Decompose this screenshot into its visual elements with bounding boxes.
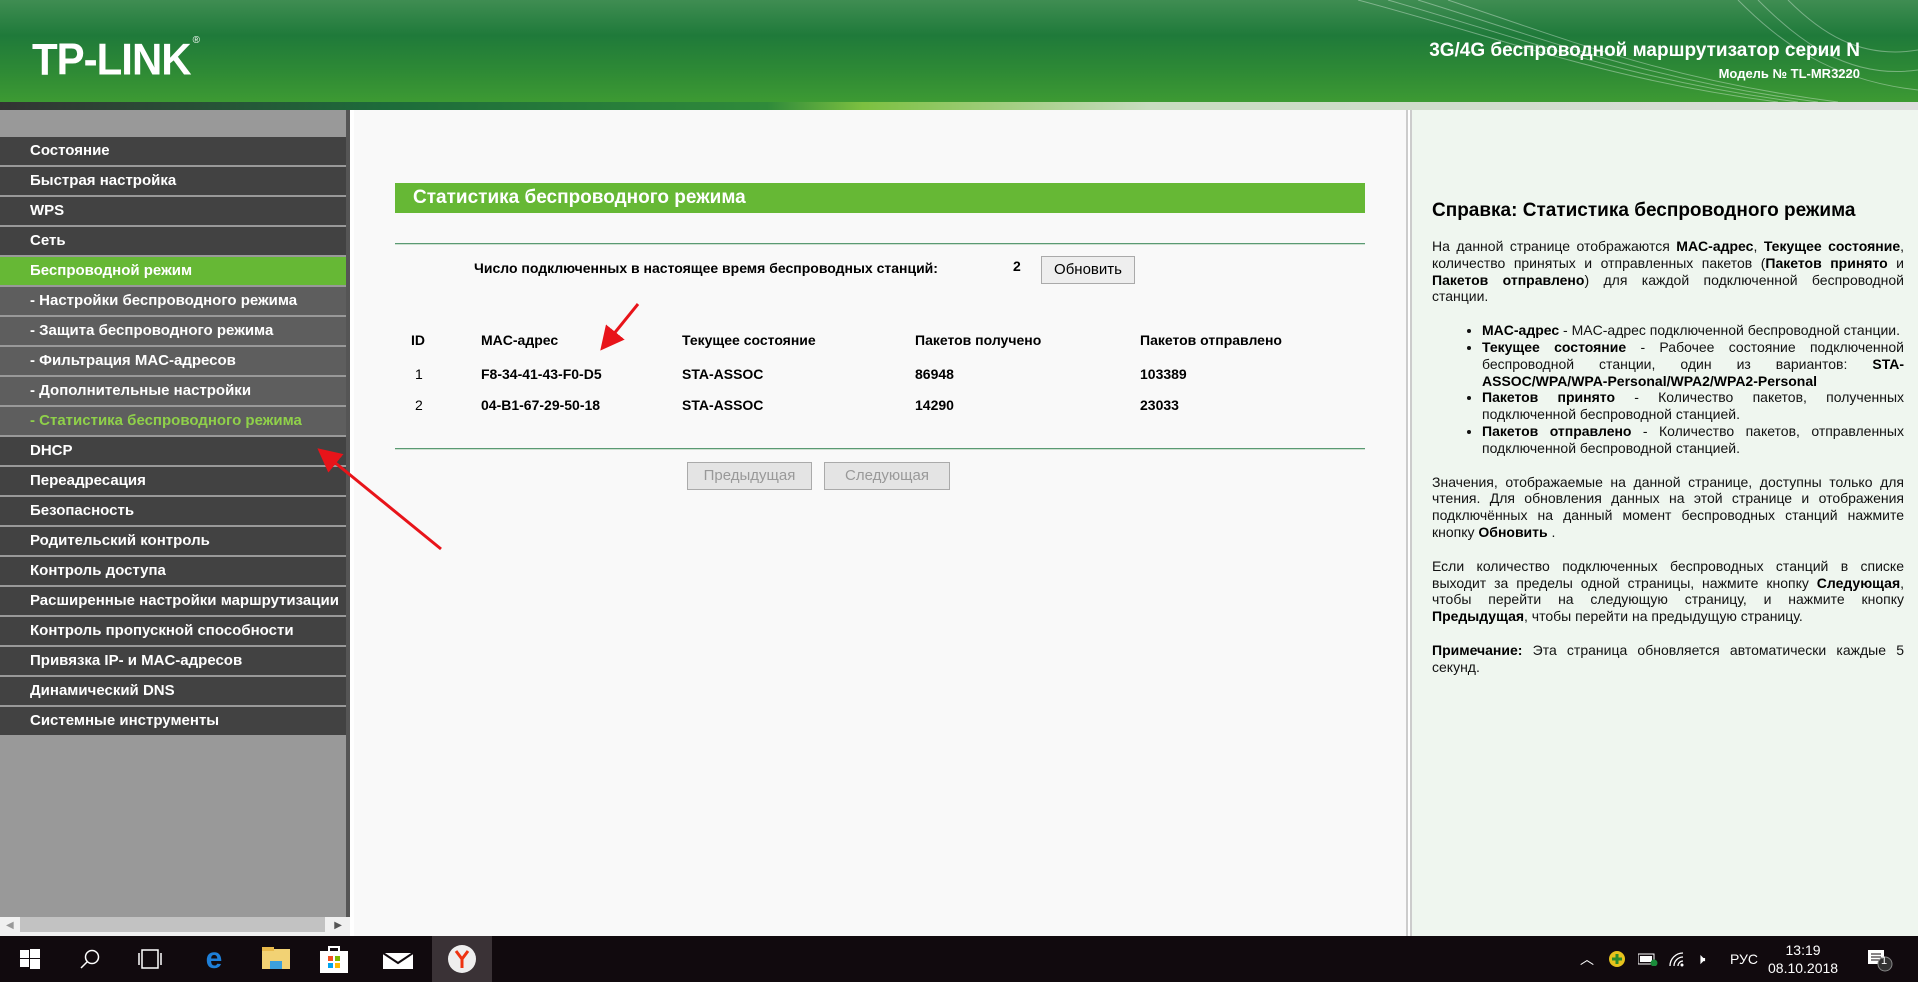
column-header: Пакетов получено <box>915 332 1042 348</box>
table-cell: 14290 <box>915 397 954 413</box>
sidebar-item[interactable]: Контроль пропускной способности <box>0 617 346 647</box>
product-name: 3G/4G беспроводной маршрутизатор серии N <box>1429 40 1860 61</box>
help-auto-refresh-note: Примечание: Эта страница обновляется авт… <box>1432 641 1904 675</box>
table-cell: 04-B1-67-29-50-18 <box>481 397 601 413</box>
wifi-indicator[interactable] <box>1668 936 1686 982</box>
table-cell: 86948 <box>915 366 954 382</box>
sidebar-item[interactable]: WPS <box>0 197 346 227</box>
file-explorer-button[interactable] <box>246 936 306 982</box>
sidebar-item[interactable]: Расширенные настройки маршрутизации <box>0 587 346 617</box>
notification-icon <box>1868 950 1893 972</box>
clock-time: 13:19 <box>1785 942 1821 958</box>
language-indicator[interactable]: РУС <box>1730 936 1758 982</box>
start-button[interactable] <box>0 936 60 982</box>
sidebar-item[interactable]: Переадресация <box>0 467 346 497</box>
help-item: Пакетов принято - Количество пакетов, по… <box>1482 389 1904 423</box>
help-intro: На данной странице отображаются MAC-адре… <box>1432 238 1905 305</box>
column-header: Пакетов отправлено <box>1140 332 1282 348</box>
search-icon <box>80 949 100 969</box>
table-cell: STA-ASSOC <box>682 366 764 382</box>
table-cell: F8-34-41-43-F0-D5 <box>481 366 602 382</box>
tp-link-logo: TP-LINK ® <box>32 34 200 85</box>
column-header: Текущее состояние <box>682 332 816 348</box>
table-cell: 2 <box>415 397 423 413</box>
scroll-right-icon[interactable]: ▶ <box>334 920 342 931</box>
folder-icon <box>262 947 290 969</box>
table-cell: 103389 <box>1140 366 1187 382</box>
horizontal-scrollbar[interactable]: ◀ ▶ <box>0 917 350 936</box>
show-hidden-icons[interactable]: ︿ <box>1580 936 1594 982</box>
action-center-button[interactable]: 1 <box>1866 936 1894 982</box>
task-view-icon <box>138 949 162 969</box>
sidebar-item[interactable]: - Статистика беспроводного режима <box>0 407 346 437</box>
column-header: MAC-адрес <box>481 332 559 348</box>
sidebar-item[interactable]: DHCP <box>0 437 346 467</box>
help-item: MAC-адрес - MAC-адрес подключенной беспр… <box>1482 322 1904 339</box>
clock-date: 08.10.2018 <box>1768 960 1839 976</box>
clock[interactable]: 13:19 08.10.2018 <box>1768 936 1838 982</box>
search-button[interactable] <box>60 936 120 982</box>
main-content: Статистика беспроводного режима Число по… <box>354 110 1408 936</box>
help-item: Текущее состояние - Рабочее состояние по… <box>1482 339 1904 389</box>
help-readonly-note: Значения, отображаемые на данной страниц… <box>1432 473 1904 540</box>
sidebar-item[interactable]: Привязка IP- и MAC-адресов <box>0 647 346 677</box>
speaker-icon: 🕨 <box>1696 950 1706 968</box>
station-count-value: 2 <box>1013 258 1021 274</box>
column-header: ID <box>411 332 425 348</box>
scrollbar-thumb[interactable] <box>20 917 325 932</box>
sidebar-item[interactable]: - Защита беспроводного режима <box>0 317 346 347</box>
table-cell: STA-ASSOC <box>682 397 764 413</box>
sidebar-item[interactable]: - Фильтрация MAC-адресов <box>0 347 346 377</box>
sidebar-item[interactable]: Состояние <box>0 137 346 167</box>
help-title: Справка: Статистика беспроводного режима <box>1432 200 1856 221</box>
table-cell: 1 <box>415 366 423 382</box>
sidebar-menu: Состояние Быстрая настройка WPS Сеть Беспров… <box>0 110 350 936</box>
store-icon <box>320 946 348 973</box>
edge-button[interactable]: e <box>184 936 244 982</box>
yandex-browser-button[interactable] <box>432 936 492 982</box>
help-item: Пакетов отправлено - Количество пакетов,… <box>1482 423 1904 457</box>
refresh-button[interactable]: Обновить <box>1041 256 1135 284</box>
sidebar-item[interactable]: Контроль доступа <box>0 557 346 587</box>
help-paging-note: Если количество подключенных беспроводны… <box>1432 557 1904 625</box>
help-definitions: MAC-адрес - MAC-адрес подключенной беспр… <box>1482 322 1904 456</box>
header-divider <box>0 102 1918 110</box>
volume-control[interactable]: 🕨 <box>1696 936 1705 982</box>
sidebar-item[interactable]: Безопасность <box>0 497 346 527</box>
help-panel: Справка: Статистика беспроводного режима… <box>1410 110 1918 936</box>
yandex-browser-icon <box>448 945 476 973</box>
task-view-button[interactable] <box>120 936 180 982</box>
taskbar: e ︿ 🕨 РУС 13:19 08.10.2018 1 <box>0 936 1918 982</box>
chevron-up-icon: ︿ <box>1580 951 1594 967</box>
next-button[interactable]: Следующая <box>824 462 950 490</box>
wifi-icon <box>1669 952 1684 967</box>
station-count-label: Число подключенных в настоящее время бес… <box>474 260 938 276</box>
notification-count: 1 <box>1881 955 1888 967</box>
sidebar-item[interactable]: Быстрая настройка <box>0 167 346 197</box>
tray-app-icon <box>1609 951 1625 967</box>
header-banner: TP-LINK ® 3G/4G беспроводной маршрутизато… <box>0 0 1918 102</box>
previous-button[interactable]: Предыдущая <box>687 462 812 490</box>
sidebar-item[interactable]: Динамический DNS <box>0 677 346 707</box>
store-button[interactable] <box>304 936 364 982</box>
sidebar-item[interactable]: - Дополнительные настройки <box>0 377 346 407</box>
model-number: Модель № TL-MR3220 <box>1718 66 1860 81</box>
table-cell: 23033 <box>1140 397 1179 413</box>
divider <box>395 448 1365 450</box>
divider <box>395 243 1365 245</box>
battery-indicator[interactable] <box>1638 936 1658 982</box>
mail-button[interactable] <box>368 936 428 982</box>
tray-app[interactable] <box>1608 936 1626 982</box>
sidebar-item[interactable]: Беспроводной режим <box>0 257 346 287</box>
sidebar-item[interactable]: Сеть <box>0 227 346 257</box>
battery-icon <box>1638 953 1658 966</box>
windows-icon <box>20 949 40 969</box>
mail-icon <box>383 952 413 969</box>
sidebar-item[interactable]: Родительский контроль <box>0 527 346 557</box>
edge-icon: e <box>205 942 223 975</box>
sidebar-item[interactable]: Системные инструменты <box>0 707 346 737</box>
page-title: Статистика беспроводного режима <box>395 183 1365 213</box>
scroll-left-icon[interactable]: ◀ <box>6 920 14 931</box>
sidebar-item[interactable]: - Настройки беспроводного режима <box>0 287 346 317</box>
